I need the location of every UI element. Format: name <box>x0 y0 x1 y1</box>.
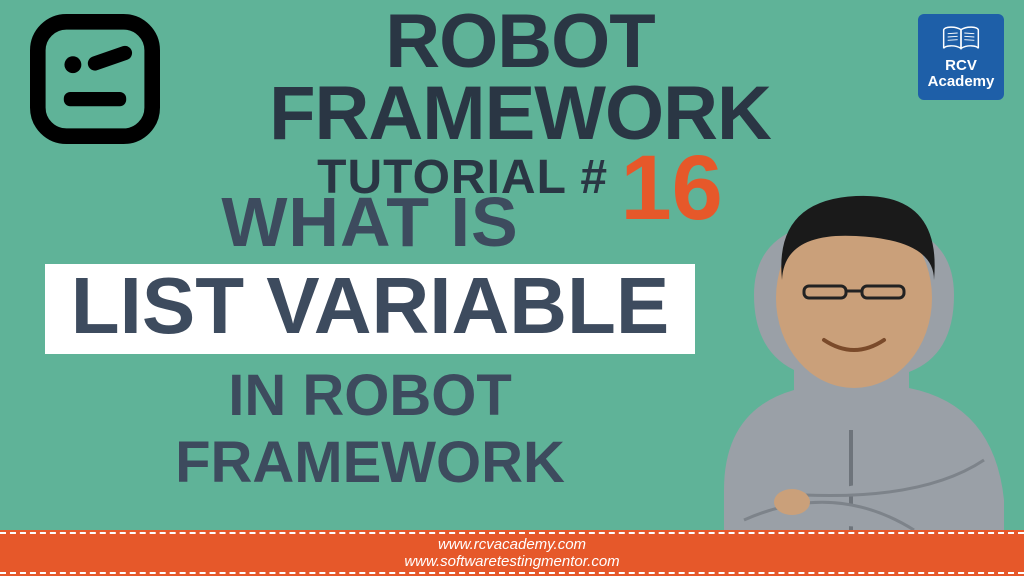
subtitle-block: WHAT IS LIST VARIABLE IN ROBOT FRAMEWORK <box>40 182 700 496</box>
presenter-photo <box>684 130 1024 550</box>
book-icon <box>941 24 981 54</box>
subtitle-line3: IN ROBOT FRAMEWORK <box>40 362 700 496</box>
footer-inner: www.rcvacademy.com www.softwaretestingme… <box>0 532 1024 575</box>
rcv-academy-badge: RCV Academy <box>918 14 1004 100</box>
badge-line1: RCV <box>945 57 977 74</box>
footer-url-2: www.softwaretestingmentor.com <box>0 553 1024 570</box>
badge-line2: Academy <box>928 73 995 90</box>
footer-url-1: www.rcvacademy.com <box>0 536 1024 553</box>
badge-text: RCV Academy <box>928 58 995 90</box>
footer-bar: www.rcvacademy.com www.softwaretestingme… <box>0 530 1024 576</box>
subtitle-line1: WHAT IS <box>40 182 700 262</box>
subtitle-highlight-box: LIST VARIABLE <box>45 264 696 354</box>
robot-framework-logo-icon <box>30 14 160 144</box>
subtitle-highlight: LIST VARIABLE <box>71 264 670 348</box>
title-line1: ROBOT FRAMEWORK <box>180 6 860 150</box>
